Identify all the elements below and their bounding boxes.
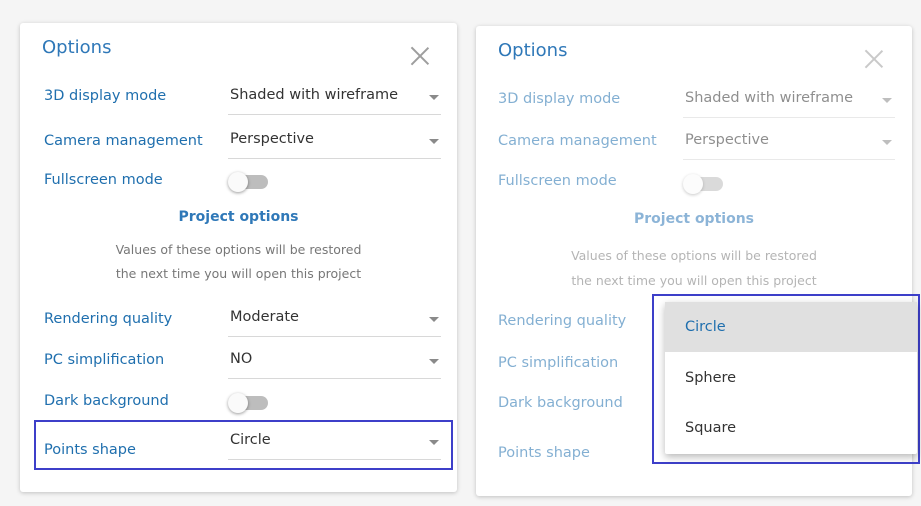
select-underline xyxy=(228,378,441,379)
display-mode-select[interactable]: Shaded with wireframe xyxy=(228,83,441,115)
points-shape-menu: Circle Sphere Square xyxy=(665,302,917,454)
select-underline xyxy=(228,158,441,159)
rendering-quality-label: Rendering quality xyxy=(498,313,627,329)
fullscreen-toggle[interactable] xyxy=(683,173,723,195)
select-underline xyxy=(683,159,895,160)
pc-simplification-select[interactable]: NO xyxy=(228,347,441,379)
camera-label: Camera management xyxy=(498,133,657,149)
project-options-desc-line2: the next time you will open this project xyxy=(571,273,817,288)
display-mode-select[interactable]: Shaded with wireframe xyxy=(683,86,895,118)
camera-select[interactable]: Perspective xyxy=(228,127,441,159)
project-options-heading: Project options xyxy=(178,209,299,225)
rendering-quality-select[interactable]: Moderate xyxy=(228,305,441,337)
menu-option-square[interactable]: Square xyxy=(665,403,917,453)
camera-value: Perspective xyxy=(685,132,769,148)
display-mode-label: 3D display mode xyxy=(44,88,167,104)
dialog-title: Options xyxy=(42,37,112,58)
points-shape-highlight xyxy=(34,420,453,470)
menu-option-circle[interactable]: Circle xyxy=(665,302,917,352)
dark-background-label: Dark background xyxy=(498,395,623,411)
toggle-knob xyxy=(228,172,248,192)
dark-background-toggle[interactable] xyxy=(228,392,268,414)
dark-background-label: Dark background xyxy=(44,393,169,409)
fullscreen-label: Fullscreen mode xyxy=(44,172,163,188)
select-underline xyxy=(228,114,441,115)
rendering-quality-value: Moderate xyxy=(230,309,299,325)
display-mode-value: Shaded with wireframe xyxy=(685,90,854,106)
pc-simplification-label: PC simplification xyxy=(498,355,619,371)
toggle-knob xyxy=(228,393,248,413)
display-mode-label: 3D display mode xyxy=(498,91,621,107)
chevron-down-icon xyxy=(429,95,439,100)
chevron-down-icon xyxy=(882,140,892,145)
project-options-desc-line1: Values of these options will be restored xyxy=(571,248,817,263)
pc-simplification-value: NO xyxy=(230,351,253,367)
camera-select[interactable]: Perspective xyxy=(683,128,895,160)
project-options-desc-line2: the next time you will open this project xyxy=(115,266,362,281)
points-shape-label: Points shape xyxy=(498,445,590,461)
chevron-down-icon xyxy=(429,317,439,322)
project-options-desc-line1: Values of these options will be restored xyxy=(115,242,362,257)
pc-simplification-label: PC simplification xyxy=(44,352,165,368)
close-icon[interactable] xyxy=(862,47,886,71)
display-mode-value: Shaded with wireframe xyxy=(230,87,399,103)
select-underline xyxy=(683,117,895,118)
camera-value: Perspective xyxy=(230,131,314,147)
project-options-heading: Project options xyxy=(634,211,754,227)
camera-label: Camera management xyxy=(44,133,203,149)
menu-option-sphere[interactable]: Sphere xyxy=(665,353,917,403)
toggle-knob xyxy=(683,174,703,194)
fullscreen-label: Fullscreen mode xyxy=(498,173,617,189)
chevron-down-icon xyxy=(429,359,439,364)
close-icon[interactable] xyxy=(408,44,432,68)
fullscreen-toggle[interactable] xyxy=(228,171,268,193)
chevron-down-icon xyxy=(882,98,892,103)
select-underline xyxy=(228,336,441,337)
rendering-quality-label: Rendering quality xyxy=(44,311,173,327)
chevron-down-icon xyxy=(429,139,439,144)
dialog-title: Options xyxy=(498,40,568,61)
